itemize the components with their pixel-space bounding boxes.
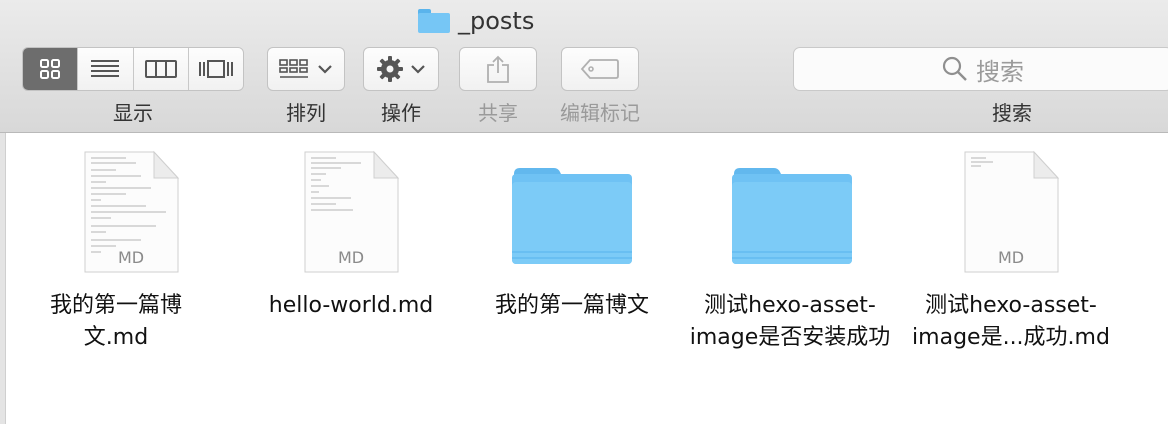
column-view-button[interactable] (132, 48, 188, 90)
columns-icon (144, 60, 177, 78)
file-name: 测试hexo-asset- image是...成功.md (901, 290, 1121, 354)
share-button[interactable] (459, 47, 537, 91)
window-title: _posts (418, 6, 534, 36)
file-type-badge: MD (337, 248, 365, 267)
file-name-line: hello-world.md (268, 293, 434, 318)
list-view-button[interactable] (77, 48, 133, 90)
file-name-line: 测试hexo-asset- (704, 293, 876, 318)
folder-icon (418, 9, 450, 33)
list-icon (91, 60, 120, 77)
icon-grid-icon (40, 59, 61, 79)
action-label: 操作 (381, 101, 421, 125)
gallery-view-button[interactable] (187, 48, 243, 90)
arrange-button[interactable] (267, 47, 345, 91)
file-name-line: 我的第一篇博 (49, 293, 182, 318)
search-label: 搜索 (992, 101, 1032, 125)
file-name-line: 测试hexo-asset- (925, 293, 1097, 318)
search-field[interactable]: 搜索 (793, 47, 1168, 91)
file-name-line: 文.md (83, 325, 149, 350)
file-type-badge: MD (997, 248, 1025, 267)
arrange-grid-icon (279, 59, 308, 78)
search-placeholder: 搜索 (976, 57, 1024, 86)
share-icon (487, 55, 509, 83)
tag-icon (580, 59, 619, 79)
edit-tags-button[interactable] (561, 47, 639, 91)
window-title-text: _posts (458, 7, 535, 35)
file-name: 我的第一篇博 文.md (6, 290, 226, 354)
chevron-down-icon (411, 65, 425, 74)
file-name-line: image是...成功.md (912, 325, 1110, 350)
share-label: 共享 (478, 101, 518, 125)
action-button[interactable] (363, 47, 439, 91)
finder-toolbar: _posts 显示 排列 操作 共享 编辑标记 搜索 搜索 (0, 0, 1168, 133)
arrange-label: 排列 (286, 101, 326, 125)
icon-view-button[interactable] (23, 48, 78, 90)
chevron-down-icon (318, 65, 332, 74)
folder-icon (732, 168, 852, 264)
search-icon (942, 56, 967, 81)
cover-flow-icon (198, 60, 233, 78)
file-type-badge: MD (117, 248, 145, 267)
edit-tags-label: 编辑标记 (560, 101, 640, 125)
file-name: hello-world.md (241, 290, 461, 322)
view-label: 显示 (113, 101, 153, 125)
folder-name: 测试hexo-asset- image是否安装成功 (680, 290, 900, 354)
file-name-line: image是否安装成功 (689, 325, 891, 350)
folder-name: 我的第一篇博文 (462, 290, 682, 322)
view-mode-control (22, 47, 244, 91)
file-name-line: 我的第一篇博文 (494, 293, 649, 318)
gear-icon (377, 56, 403, 82)
folder-icon (512, 168, 632, 264)
